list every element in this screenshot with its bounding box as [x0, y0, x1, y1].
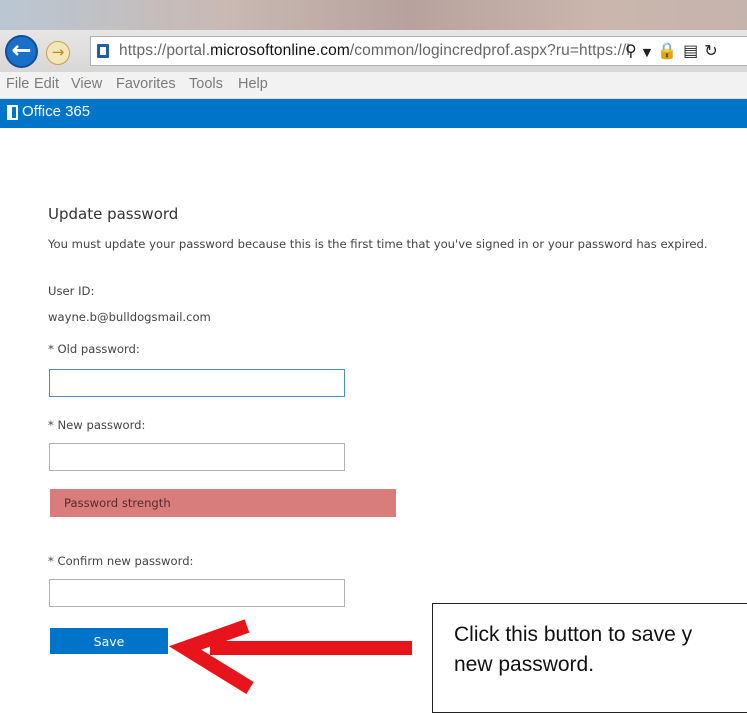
- arrow-head: [168, 619, 254, 694]
- callout-text: Click this button to save y new password…: [454, 623, 693, 676]
- instruction-callout: Click this button to save y new password…: [432, 603, 747, 713]
- annotation-arrow: [168, 619, 412, 694]
